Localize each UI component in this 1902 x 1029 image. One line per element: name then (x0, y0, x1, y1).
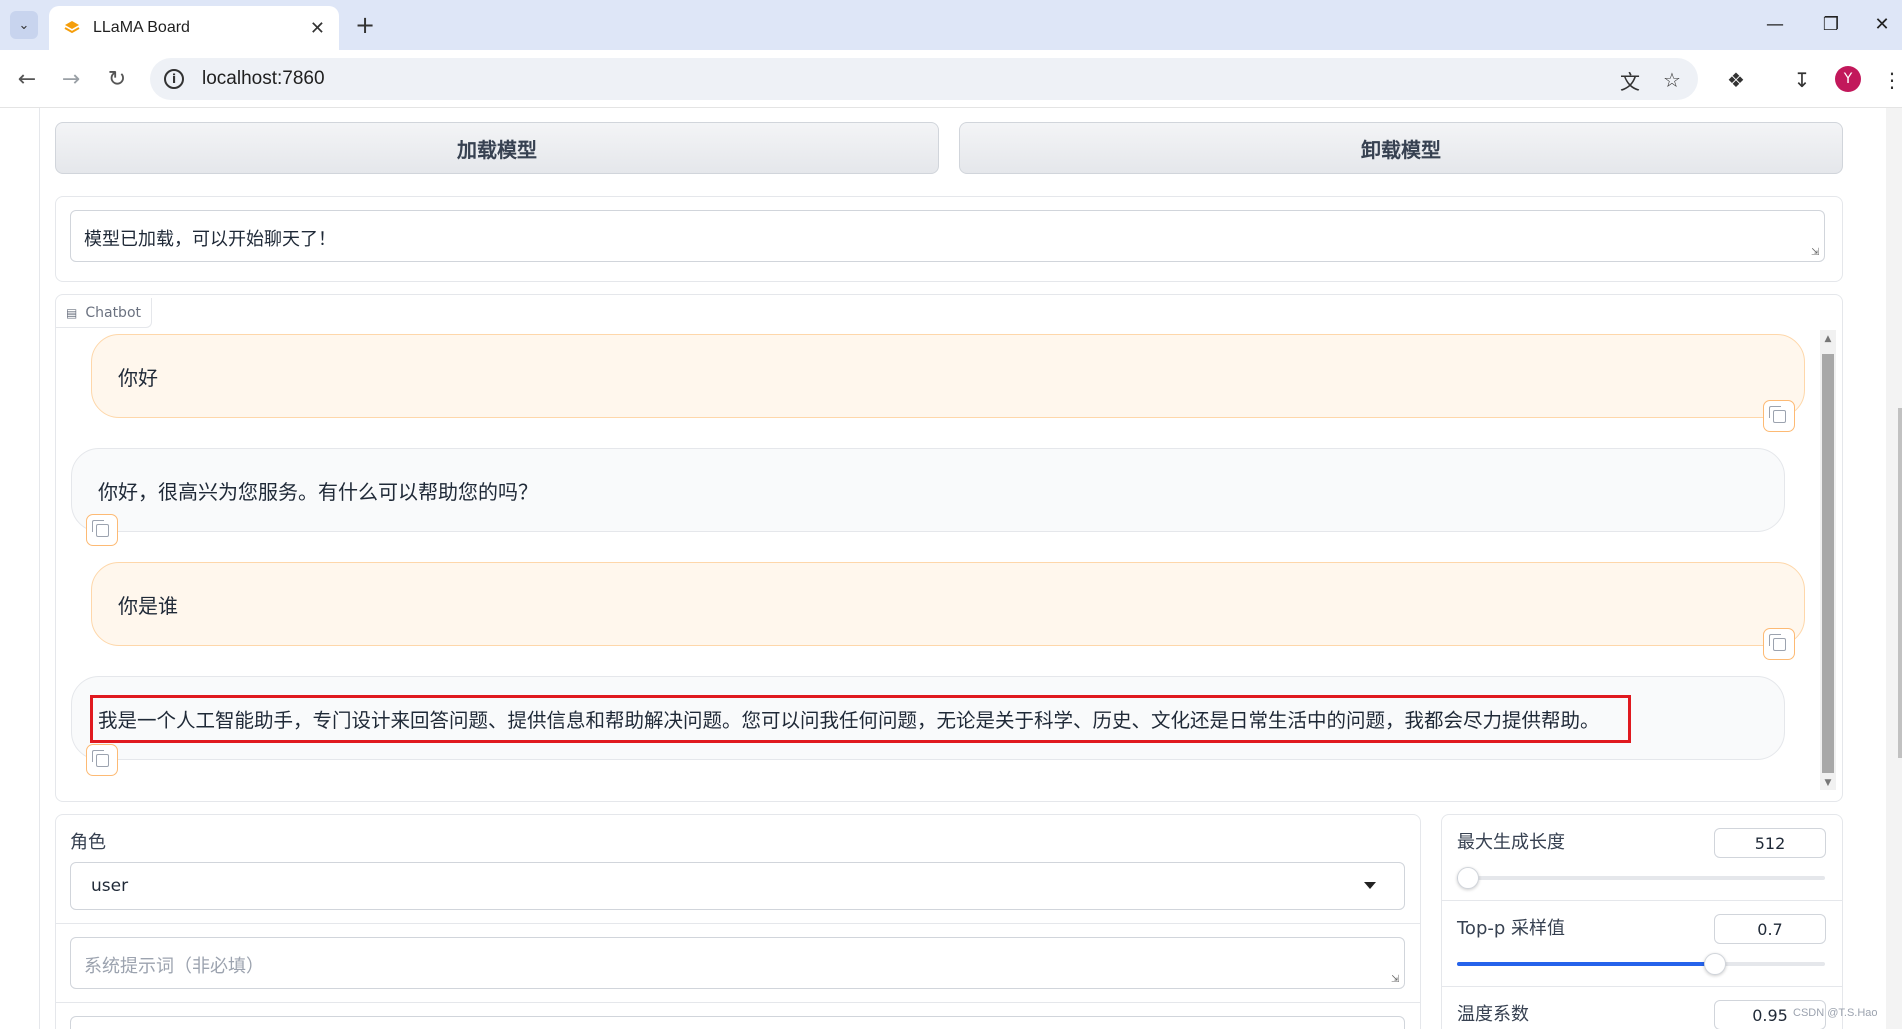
query-input[interactable] (70, 1016, 1405, 1029)
maximize-icon[interactable]: ❐ (1808, 8, 1854, 40)
back-icon[interactable]: ← (12, 64, 42, 94)
highlight-box (90, 695, 1631, 743)
divider (56, 1002, 1420, 1003)
extensions-icon[interactable]: ❖ (1724, 68, 1748, 92)
plus-icon[interactable]: + (350, 10, 380, 40)
tab-favicon (64, 21, 80, 34)
resize-icon[interactable]: ⇲ (1811, 248, 1821, 258)
divider (1442, 986, 1842, 987)
download-icon[interactable]: ↧ (1790, 68, 1814, 92)
max-length-label: 最大生成长度 (1457, 832, 1565, 853)
temperature-label: 温度系数 (1457, 1004, 1529, 1025)
copy-icon[interactable] (1763, 628, 1795, 660)
copy-icon[interactable] (86, 514, 118, 546)
chat-scrollbar-thumb[interactable] (1822, 354, 1834, 773)
copy-icon[interactable] (86, 744, 118, 776)
avatar[interactable]: Y (1835, 66, 1861, 92)
browser-tab-bar: ⌄ LLaMA Board ✕ + — ❐ ✕ (0, 0, 1902, 50)
assistant-message: 你好，很高兴为您服务。有什么可以帮助您的吗？ (71, 448, 1785, 532)
page-content: 加载模型 卸载模型 模型已加载，可以开始聊天了！ ⇲ ▤ Chatbot 你好 … (0, 108, 1902, 1029)
page-scrollbar-thumb[interactable] (1898, 408, 1902, 758)
unload-model-button[interactable]: 卸载模型 (959, 122, 1843, 174)
user-message: 你是谁 (91, 562, 1805, 646)
user-message: 你好 (91, 334, 1805, 418)
message-text: 你好，很高兴为您服务。有什么可以帮助您的吗？ (98, 479, 538, 504)
watermark: CSDN @T.S.Hao (1793, 1007, 1878, 1019)
scroll-up-icon[interactable]: ▲ (1823, 334, 1833, 344)
top-p-slider-fill (1457, 962, 1715, 966)
menu-icon[interactable]: ⋮ (1880, 68, 1902, 92)
max-length-slider[interactable] (1457, 867, 1825, 889)
load-model-button[interactable]: 加载模型 (55, 122, 939, 174)
browser-tab[interactable]: LLaMA Board ✕ (49, 6, 339, 50)
max-length-input[interactable]: 512 (1714, 828, 1826, 858)
system-prompt-input[interactable]: 系统提示词（非必填） ⇲ (70, 937, 1405, 989)
address-bar[interactable]: i localhost:7860 文 ☆ (150, 58, 1698, 100)
minimize-icon[interactable]: — (1752, 8, 1798, 40)
chatbot-label-text: Chatbot (85, 304, 142, 321)
role-label: 角色 (70, 832, 106, 853)
url-text[interactable]: localhost:7860 (202, 68, 325, 90)
role-dropdown[interactable]: user (70, 862, 1405, 910)
input-block (55, 814, 1421, 1029)
status-text: 模型已加载，可以开始聊天了！ (84, 229, 336, 250)
divider (1442, 900, 1842, 901)
top-p-slider-thumb[interactable] (1703, 953, 1726, 975)
status-textbox[interactable]: 模型已加载，可以开始聊天了！ ⇲ (70, 210, 1825, 262)
chat-icon: ▤ (66, 305, 78, 320)
close-icon[interactable]: ✕ (310, 18, 325, 39)
info-icon[interactable]: i (164, 69, 184, 89)
top-p-label: Top-p 采样值 (1457, 918, 1566, 939)
translate-icon[interactable]: 文 (1618, 68, 1642, 94)
chatbot-label: ▤ Chatbot (56, 298, 153, 328)
star-icon[interactable]: ☆ (1660, 68, 1684, 92)
window-close-icon[interactable]: ✕ (1864, 8, 1900, 40)
copy-icon[interactable] (1763, 400, 1795, 432)
resize-icon[interactable]: ⇲ (1391, 975, 1401, 985)
browser-toolbar: ← → ↻ i localhost:7860 文 ☆ ❖ ↧ ⋮ (0, 50, 1902, 108)
forward-icon[interactable]: → (56, 64, 86, 94)
top-p-slider[interactable] (1457, 953, 1825, 975)
reload-icon[interactable]: ↻ (102, 64, 132, 94)
message-text: 你好 (118, 365, 158, 390)
tab-title: LLaMA Board (93, 19, 190, 36)
max-length-slider-thumb[interactable] (1457, 867, 1480, 889)
scroll-down-icon[interactable]: ▼ (1823, 778, 1833, 788)
role-value: user (91, 876, 129, 896)
tab-list-icon[interactable]: ⌄ (10, 11, 38, 39)
top-p-input[interactable]: 0.7 (1714, 914, 1826, 944)
message-text: 你是谁 (118, 593, 178, 618)
divider (56, 923, 1420, 924)
chevron-down-icon (1364, 882, 1376, 889)
system-prompt-placeholder: 系统提示词（非必填） (84, 956, 264, 977)
page-border (39, 108, 40, 1029)
